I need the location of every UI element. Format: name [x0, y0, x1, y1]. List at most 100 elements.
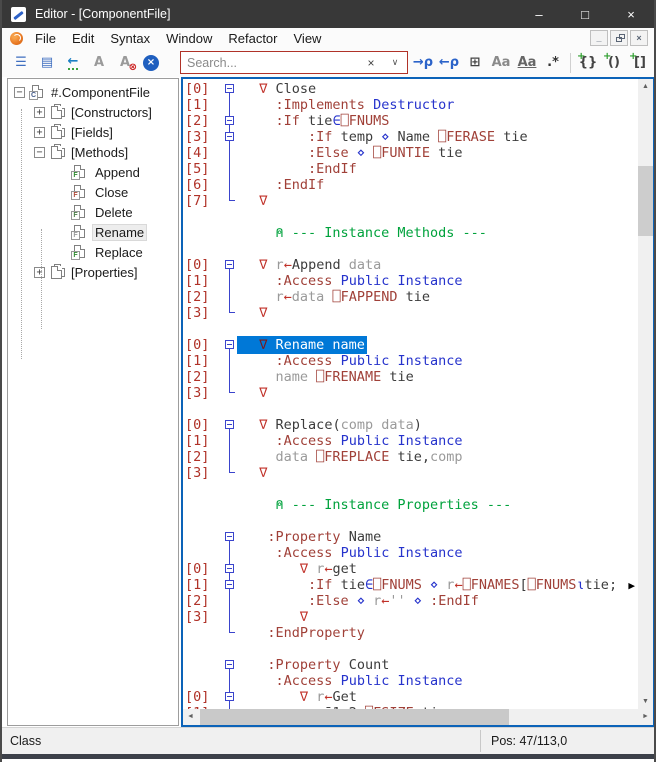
tree-item-delete[interactable]: FDelete	[8, 202, 178, 222]
code-line[interactable]: [3] ∇	[183, 385, 638, 401]
fold-marker[interactable]	[225, 532, 234, 541]
tree-item-properties[interactable]: +[Properties]	[8, 262, 178, 282]
code-line[interactable]: [1] :Access Public Instance	[183, 273, 638, 289]
fold-marker[interactable]	[225, 420, 234, 429]
code-line[interactable]: [2] :Else ⋄ r←'' ⋄ :EndIf	[183, 593, 638, 609]
search-dropdown-icon[interactable]: ∨	[383, 57, 407, 68]
braces-icon[interactable]: {}+	[576, 51, 600, 75]
scroll-left-icon[interactable]: ◄	[183, 709, 198, 725]
close-button[interactable]: ×	[608, 0, 654, 28]
menu-edit[interactable]: Edit	[64, 30, 102, 47]
menu-refactor[interactable]: Refactor	[220, 30, 285, 47]
scroll-right-icon[interactable]: ►	[638, 709, 653, 725]
match-word-icon[interactable]: Aa	[515, 51, 539, 75]
code-line[interactable]: ⍝ --- Instance Properties ---	[183, 497, 638, 513]
code-line[interactable]: [0] ∇ r←Get	[183, 689, 638, 705]
scroll-down-icon[interactable]: ▼	[638, 694, 653, 709]
code-line[interactable]: [2] :If tie∈⎕FNUMS	[183, 113, 638, 129]
search-clear-icon[interactable]: ×	[359, 56, 383, 70]
expand-icon[interactable]: +	[34, 107, 45, 118]
mdi-restore-button[interactable]	[610, 30, 628, 46]
uncomment-icon[interactable]: A⊗	[113, 51, 137, 75]
code-line[interactable]: ⍝ --- Instance Methods ---	[183, 225, 638, 241]
code-line[interactable]: [0] ∇ r←Append data	[183, 257, 638, 273]
code-line[interactable]	[183, 321, 638, 337]
code-line[interactable]: [0] ∇ Replace(comp data)	[183, 417, 638, 433]
fold-marker[interactable]	[225, 132, 234, 141]
minimize-button[interactable]: –	[516, 0, 562, 28]
expand-icon[interactable]: +	[34, 267, 45, 278]
match-case-icon[interactable]: Aa	[489, 51, 513, 75]
mdi-minimize-button[interactable]: _	[590, 30, 608, 46]
code-line[interactable]: [1] :Implements Destructor	[183, 97, 638, 113]
code-line[interactable]: [5] :EndIf	[183, 161, 638, 177]
tree-item-replace[interactable]: FReplace	[8, 242, 178, 262]
maximize-button[interactable]: □	[562, 0, 608, 28]
fold-marker[interactable]	[225, 692, 234, 701]
code-line[interactable]: :Access Public Instance	[183, 673, 638, 689]
code-line[interactable]: [4] :Else ⋄ ⎕FUNTIE tie	[183, 145, 638, 161]
menu-window[interactable]: Window	[158, 30, 220, 47]
trace-back-icon[interactable]: ←	[61, 51, 85, 75]
search-prev-icon[interactable]: ←ρ	[437, 51, 461, 75]
code-line[interactable]: [3] ∇	[183, 305, 638, 321]
code-line[interactable]	[183, 513, 638, 529]
code-line[interactable]	[183, 209, 638, 225]
code-line[interactable]: :EndProperty	[183, 625, 638, 641]
code-line[interactable]: [2] r←data ⎕FAPPEND tie	[183, 289, 638, 305]
line-numbers-icon[interactable]: ☰	[9, 51, 33, 75]
menu-file[interactable]: File	[27, 30, 64, 47]
outline-icon[interactable]: ▤	[35, 51, 59, 75]
tree-item-fields[interactable]: +[Fields]	[8, 122, 178, 142]
fold-marker[interactable]	[225, 340, 234, 349]
comment-icon[interactable]: A	[87, 51, 111, 75]
code-line[interactable]: [0] ∇ Rename name	[183, 337, 638, 353]
tree-item-methods[interactable]: −[Methods]	[8, 142, 178, 162]
code-line[interactable]: :Access Public Instance	[183, 545, 638, 561]
regex-icon[interactable]: .*	[541, 51, 565, 75]
code-line[interactable]: [7] ∇	[183, 193, 638, 209]
code-line[interactable]: [3] ∇	[183, 465, 638, 481]
brackets-icon[interactable]: []+	[628, 51, 652, 75]
search-next-icon[interactable]: →ρ	[411, 51, 435, 75]
tree-item-constructors[interactable]: +[Constructors]	[8, 102, 178, 122]
fold-marker[interactable]	[225, 84, 234, 93]
fold-marker[interactable]	[225, 660, 234, 669]
tree-item-rename[interactable]: FRename	[8, 222, 178, 242]
vertical-scrollbar[interactable]: ▲ ▼	[638, 79, 653, 709]
tree-item-append[interactable]: FAppend	[8, 162, 178, 182]
code-line[interactable]: :Property Name	[183, 529, 638, 545]
code-line[interactable]: [1] :If tie∈⎕FNUMS ⋄ r←⎕FNAMES[⎕FNUMS⍳ti…	[183, 577, 638, 593]
vertical-scroll-thumb[interactable]	[638, 166, 653, 236]
scroll-up-icon[interactable]: ▲	[638, 79, 653, 94]
menu-syntax[interactable]: Syntax	[102, 30, 158, 47]
code-line[interactable]: [3] ∇	[183, 609, 638, 625]
code-line[interactable]: [0] ∇ r←get	[183, 561, 638, 577]
code-line[interactable]: [2] data ⎕FREPLACE tie,comp	[183, 449, 638, 465]
close-editor-icon[interactable]: ×	[139, 51, 163, 75]
code-line[interactable]	[183, 241, 638, 257]
horizontal-scroll-thumb[interactable]	[200, 709, 509, 725]
expand-all-icon[interactable]: ⊞	[463, 51, 487, 75]
code-line[interactable]: [1] :Access Public Instance	[183, 353, 638, 369]
collapse-icon[interactable]: −	[34, 147, 45, 158]
code-line[interactable]: [1] :Access Public Instance	[183, 433, 638, 449]
fold-marker[interactable]	[225, 580, 234, 589]
code-line[interactable]: [3] :If temp ⋄ Name ⎕FERASE tie	[183, 129, 638, 145]
code-line[interactable]: [2] name ⎕FRENAME tie	[183, 369, 638, 385]
code-line[interactable]	[183, 401, 638, 417]
expand-icon[interactable]: +	[34, 127, 45, 138]
code-content[interactable]: [0] ∇ Close[1] :Implements Destructor[2]…	[183, 79, 638, 709]
collapse-icon[interactable]: −	[14, 87, 25, 98]
fold-marker[interactable]	[225, 116, 234, 125]
code-line[interactable]: [6] :EndIf	[183, 177, 638, 193]
code-line[interactable]	[183, 641, 638, 657]
search-input[interactable]	[181, 56, 359, 70]
tree-item-close[interactable]: FClose	[8, 182, 178, 202]
menu-view[interactable]: View	[286, 30, 330, 47]
fold-marker[interactable]	[225, 564, 234, 573]
horizontal-scrollbar[interactable]: ◄ ►	[183, 709, 653, 725]
parens-icon[interactable]: ()+	[602, 51, 626, 75]
code-line[interactable]	[183, 481, 638, 497]
fold-marker[interactable]	[225, 260, 234, 269]
